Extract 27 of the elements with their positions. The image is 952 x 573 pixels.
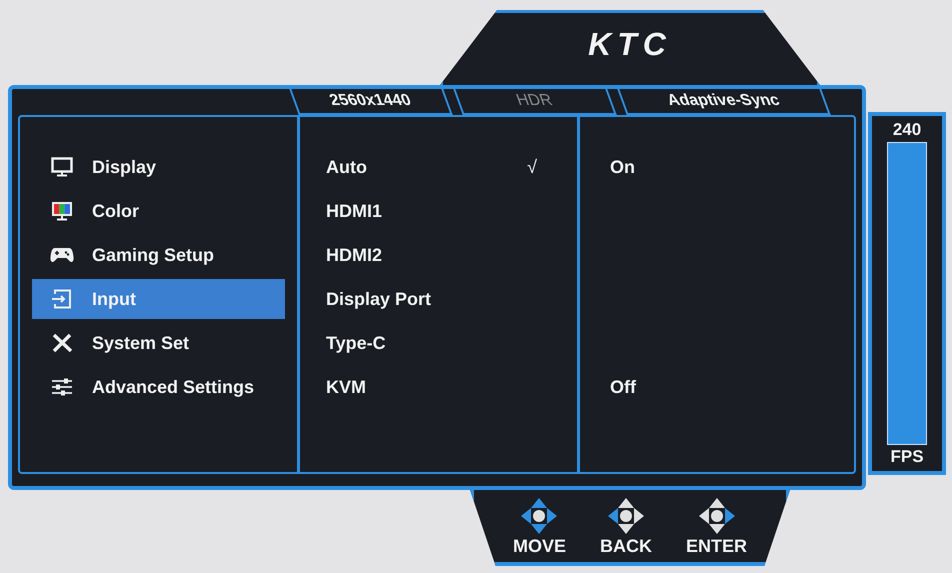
- option-value: On: [610, 156, 635, 178]
- fps-reading: 240: [892, 120, 922, 140]
- menu-item[interactable]: Color: [32, 191, 285, 231]
- fps-unit: FPS: [890, 447, 924, 467]
- input-option[interactable]: KVM: [326, 376, 366, 398]
- option-value: Off: [610, 376, 636, 398]
- input-option[interactable]: HDMI1: [326, 200, 382, 222]
- input-option[interactable]: Auto: [326, 156, 367, 178]
- input-icon: [50, 289, 74, 309]
- menu-item[interactable]: Input: [32, 279, 285, 319]
- menu-item[interactable]: Advanced Settings: [32, 367, 285, 407]
- nav-label: BACK: [600, 536, 652, 557]
- menu-item[interactable]: System Set: [32, 323, 285, 363]
- checkmark: √: [527, 156, 537, 178]
- status-tab: HDR: [453, 89, 617, 115]
- gamepad-icon: [50, 245, 74, 265]
- input-option[interactable]: Display Port: [326, 288, 432, 310]
- nav-label: ENTER: [686, 536, 748, 557]
- brand-logo: KTC: [588, 25, 672, 63]
- color-monitor-icon: [50, 201, 74, 221]
- input-option[interactable]: HDMI2: [326, 244, 382, 266]
- sliders-icon: [50, 377, 74, 397]
- menu-item[interactable]: Display: [32, 147, 285, 187]
- monitor-icon: [50, 157, 74, 177]
- menu-item[interactable]: Gaming Setup: [32, 235, 285, 275]
- nav-label: MOVE: [512, 536, 566, 557]
- input-option[interactable]: Type-C: [326, 332, 386, 354]
